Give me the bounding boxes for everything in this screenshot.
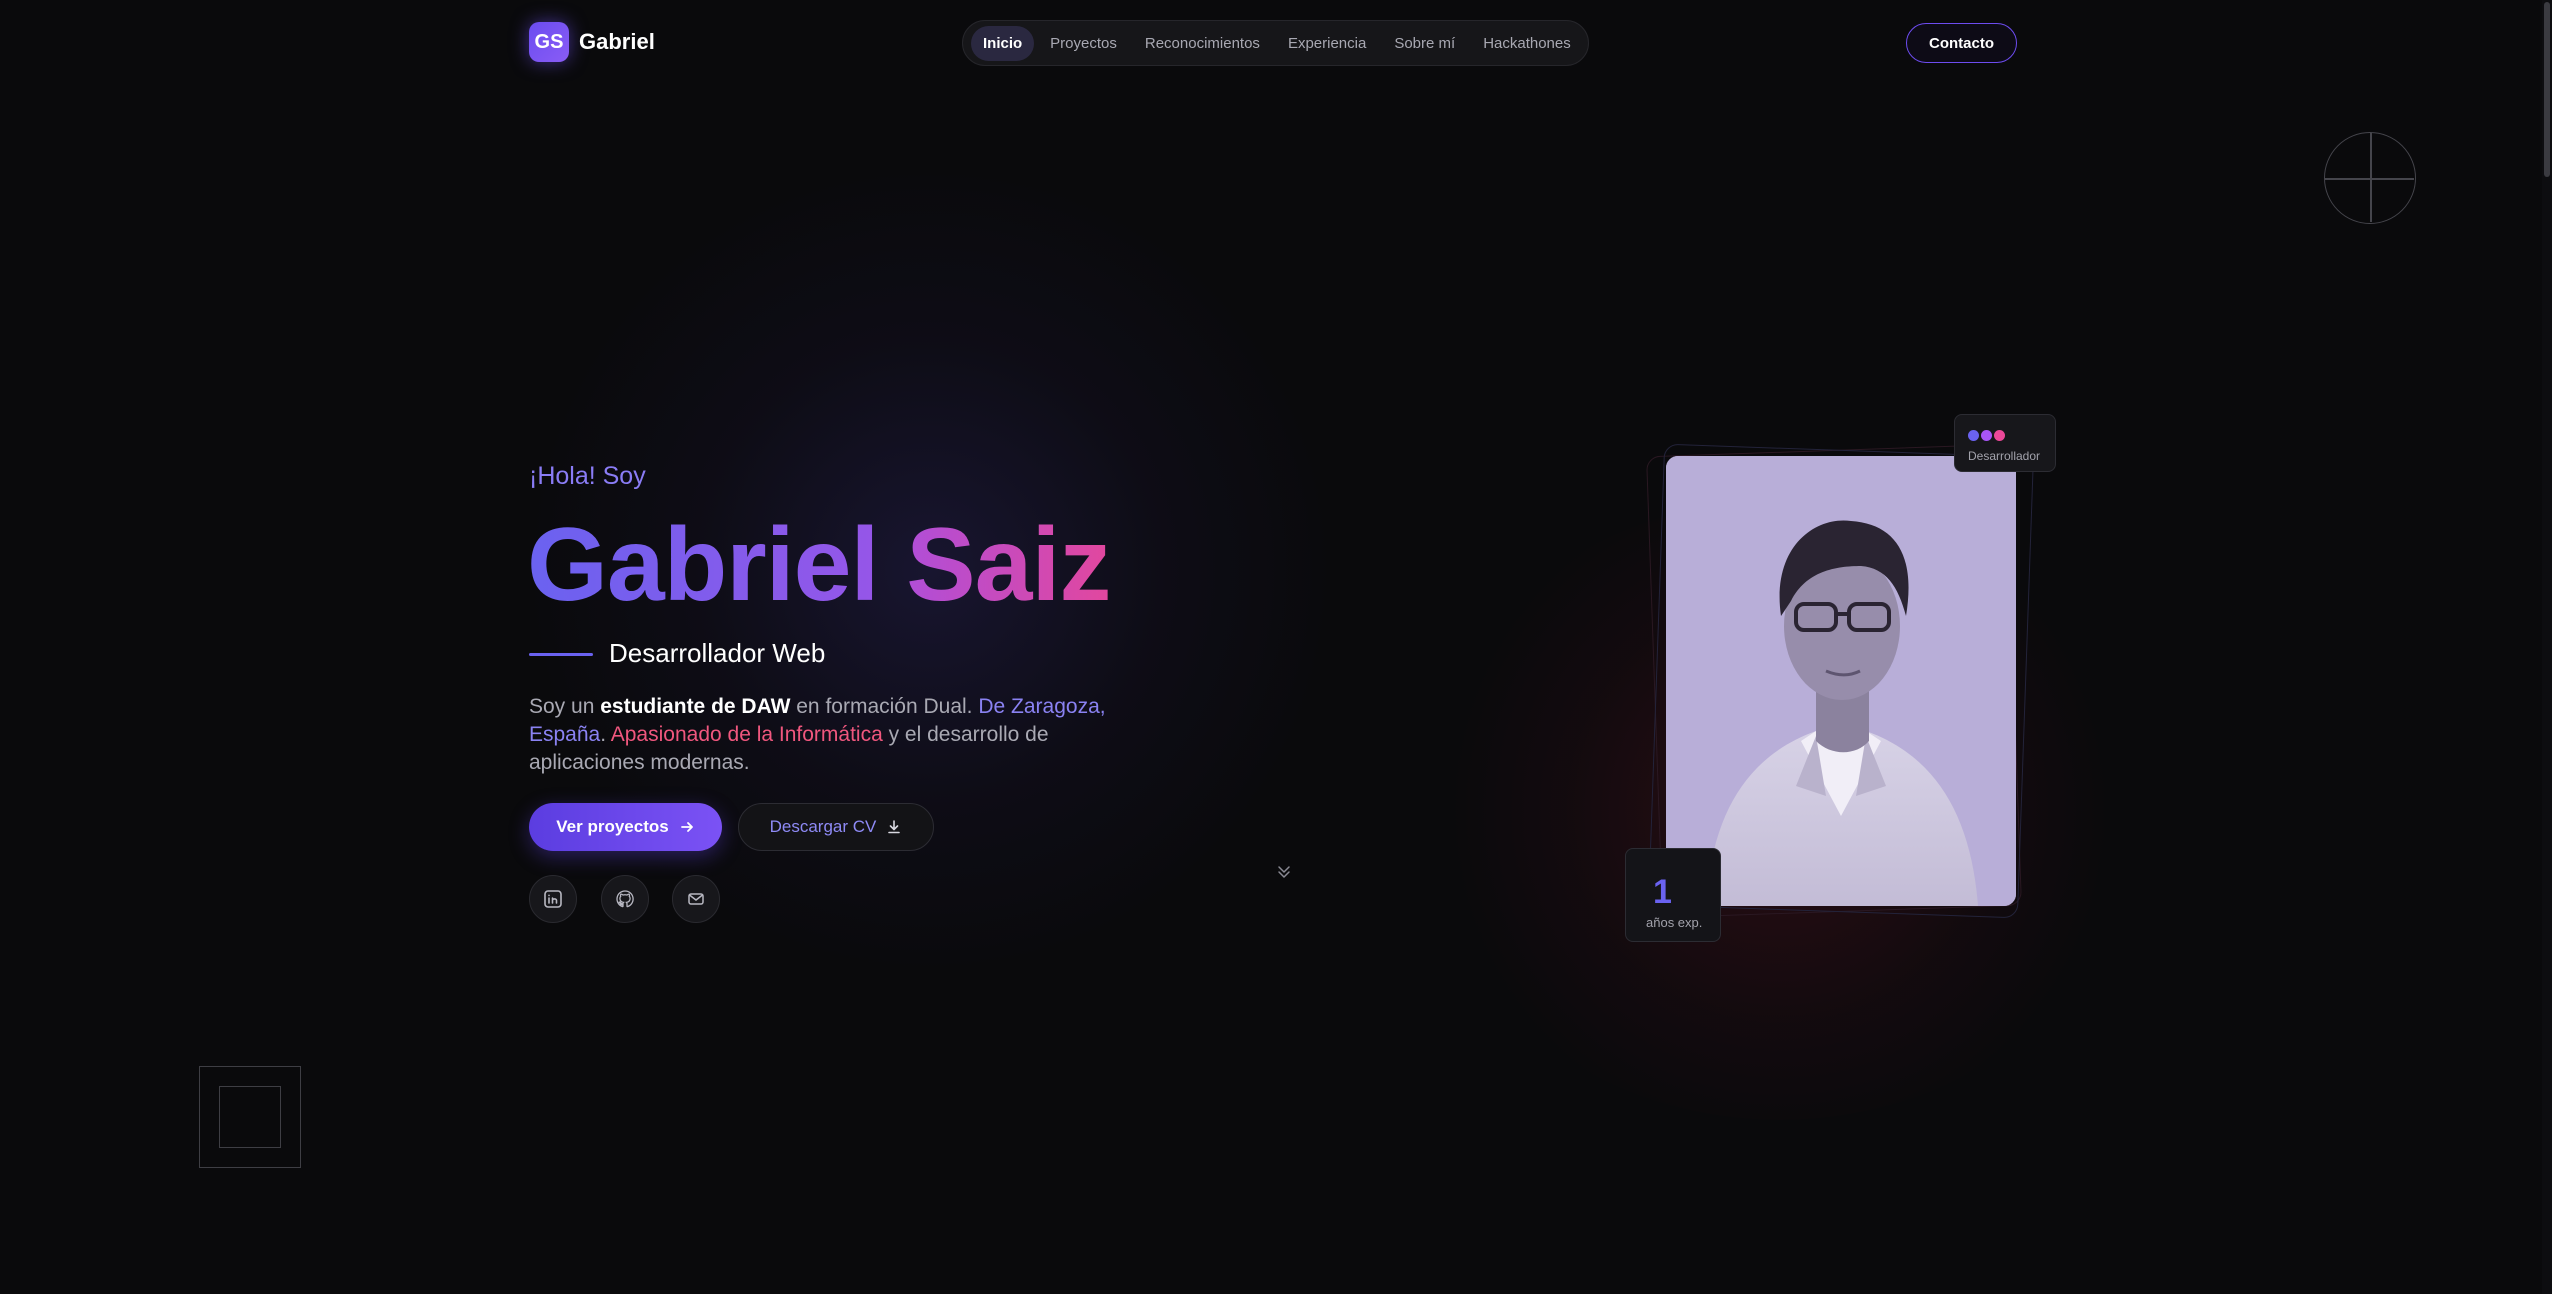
dot-icon: [1981, 430, 1992, 441]
experience-value: 1: [1653, 873, 1672, 911]
hero-last-name: Saiz: [906, 507, 1111, 623]
bio-passion: Apasionado de la Informática: [610, 723, 883, 746]
scroll-down-button[interactable]: [1274, 862, 1294, 887]
hero-first-name: Gabriel: [527, 507, 879, 623]
experience-label: años exp.: [1646, 915, 1703, 930]
hero-greeting: ¡Hola! Soy: [529, 462, 646, 490]
github-button[interactable]: [601, 875, 649, 923]
mail-icon: [688, 893, 704, 905]
profile-photo: [1666, 456, 2016, 906]
download-icon: [888, 820, 901, 834]
hero-name: Gabriel Saiz: [527, 507, 1111, 623]
square-decoration-inner: [219, 1086, 281, 1148]
page-scrollbar[interactable]: [2542, 0, 2552, 1294]
developer-chip-label: Desarrollador: [1968, 449, 2041, 463]
bio-text: Soy un: [529, 695, 601, 718]
contact-button[interactable]: Contacto: [1906, 23, 2017, 63]
window-dots: [1968, 428, 2055, 446]
bio-text: .: [600, 723, 611, 746]
scrollbar-thumb[interactable]: [2544, 2, 2550, 177]
main-nav: Inicio Proyectos Reconocimientos Experie…: [962, 20, 1589, 66]
nav-item-sobre-mi[interactable]: Sobre mí: [1382, 26, 1467, 61]
nav-item-inicio[interactable]: Inicio: [971, 25, 1035, 61]
hero-bio: Soy un estudiante de DAW en formación Du…: [529, 693, 1129, 777]
bio-text: en formación Dual.: [790, 695, 979, 718]
email-button[interactable]: [672, 875, 720, 923]
download-cv-button[interactable]: Descargar CV: [738, 803, 934, 851]
view-projects-button[interactable]: Ver proyectos: [529, 803, 722, 851]
nav-item-hackathones[interactable]: Hackathones: [1471, 26, 1583, 61]
view-projects-label: Ver proyectos: [556, 817, 669, 836]
crosshair-circle-decoration: [2324, 132, 2416, 224]
dot-icon: [1994, 430, 2005, 441]
role-divider: [529, 653, 593, 656]
github-icon: [616, 890, 634, 908]
bio-highlight-daw: estudiante de DAW: [600, 695, 791, 718]
logo[interactable]: GS Gabriel: [529, 22, 655, 62]
nav-item-experiencia[interactable]: Experiencia: [1276, 26, 1378, 61]
linkedin-button[interactable]: [529, 875, 577, 923]
chevrons-down-icon: [1278, 866, 1290, 878]
hero-role: Desarrollador Web: [609, 638, 826, 668]
arrow-right-icon: [680, 822, 693, 832]
dot-icon: [1968, 430, 1979, 441]
download-cv-label: Descargar CV: [769, 817, 877, 836]
linkedin-icon: [544, 890, 562, 908]
logo-name: Gabriel: [579, 29, 655, 54]
experience-chip: 1 años exp.: [1625, 848, 1721, 942]
nav-item-reconocimientos[interactable]: Reconocimientos: [1133, 26, 1272, 61]
nav-item-proyectos[interactable]: Proyectos: [1038, 26, 1129, 61]
portrait-illustration: [1666, 456, 2016, 906]
developer-chip: Desarrollador: [1954, 414, 2056, 472]
logo-badge: GS: [529, 22, 569, 62]
